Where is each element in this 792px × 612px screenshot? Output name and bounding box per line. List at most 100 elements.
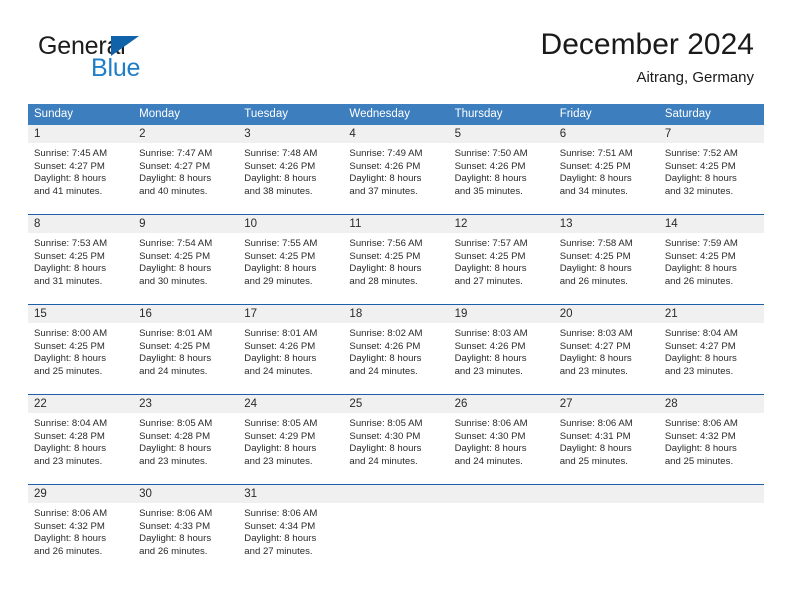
daylight-duration-line2: and 30 minutes. <box>139 275 208 287</box>
sunrise-time: Sunrise: 8:03 AM <box>454 328 528 339</box>
day-number: 11 <box>343 215 449 233</box>
calendar-day-cell[interactable]: 3 Sunrise: 7:48 AM Sunset: 4:26 PM Daylight… <box>238 125 344 213</box>
calendar-day-cell[interactable]: 8 Sunrise: 7:53 AM Sunset: 4:25 PM Daylight… <box>28 215 134 303</box>
calendar-day-cell[interactable]: 7 Sunrise: 7:52 AM Sunset: 4:25 PM Daylight… <box>658 125 764 213</box>
sunrise-time: Sunrise: 7:55 AM <box>244 238 318 249</box>
sunset-time: Sunset: 4:27 PM <box>664 340 736 352</box>
daylight-duration-line1: Daylight: 8 hours <box>244 443 317 455</box>
sunrise-time: Sunrise: 7:57 AM <box>454 238 528 249</box>
sunrise-time: Sunrise: 8:05 AM <box>349 418 423 429</box>
daylight-duration-line1: Daylight: 8 hours <box>34 353 106 365</box>
calendar-page: General Blue December 2024 Aitrang, Germ… <box>0 0 792 612</box>
sunset-time: Sunset: 4:26 PM <box>349 340 421 352</box>
calendar-day-cell[interactable]: 29 Sunrise: 8:06 AM Sunset: 4:32 PM Dayligh… <box>28 485 134 573</box>
weekday-header-monday: Monday <box>139 108 181 120</box>
calendar-day-cell[interactable]: 16 Sunrise: 8:01 AM Sunset: 4:25 PM Dayligh… <box>133 305 239 393</box>
calendar-week-row: 8 Sunrise: 7:53 AM Sunset: 4:25 PM Daylight… <box>28 214 764 303</box>
sunrise-time: Sunrise: 8:04 AM <box>664 328 738 339</box>
weekday-header-row: Sunday Monday Tuesday Wednesday Thursday Frid… <box>28 104 764 125</box>
day-details: Sunrise: 8:00 AM Sunset: 4:25 PM Daylight:… <box>28 323 133 378</box>
brand-logo[interactable]: General Blue <box>38 34 248 90</box>
calendar-day-cell[interactable]: 19 Sunrise: 8:03 AM Sunset: 4:26 PM Dayligh… <box>448 305 554 393</box>
calendar-day-cell[interactable]: 15 Sunrise: 8:00 AM Sunset: 4:25 PM Dayligh… <box>28 305 134 393</box>
weekday-header-sunday: Sunday <box>34 108 74 120</box>
daylight-duration-line1: Daylight: 8 hours <box>349 263 422 275</box>
daylight-duration-line1: Daylight: 8 hours <box>664 263 737 275</box>
sunset-time: Sunset: 4:32 PM <box>34 520 105 532</box>
calendar-day-cell[interactable]: 5 Sunrise: 7:50 AM Sunset: 4:26 PM Daylight… <box>448 125 554 213</box>
sunset-time: Sunset: 4:25 PM <box>139 340 211 352</box>
sunset-time: Sunset: 4:26 PM <box>454 340 526 352</box>
daylight-duration-line2: and 26 minutes. <box>664 275 734 287</box>
calendar-day-cell-empty <box>658 485 764 573</box>
day-details: Sunrise: 8:06 AM Sunset: 4:30 PM Daylight:… <box>449 413 554 468</box>
sunset-time: Sunset: 4:28 PM <box>139 430 211 442</box>
calendar-day-cell[interactable]: 27 Sunrise: 8:06 AM Sunset: 4:31 PM Dayligh… <box>553 395 659 483</box>
calendar-day-cell[interactable]: 14 Sunrise: 7:59 AM Sunset: 4:25 PM Dayligh… <box>658 215 764 303</box>
sunrise-time: Sunrise: 7:48 AM <box>244 148 318 159</box>
day-number: 29 <box>28 485 134 503</box>
day-details: Sunrise: 7:45 AM Sunset: 4:27 PM Daylight:… <box>28 143 133 198</box>
calendar-day-cell[interactable]: 2 Sunrise: 7:47 AM Sunset: 4:27 PM Daylight… <box>133 125 239 213</box>
day-details: Sunrise: 8:06 AM Sunset: 4:34 PM Daylight:… <box>238 503 343 558</box>
calendar-day-cell[interactable]: 26 Sunrise: 8:06 AM Sunset: 4:30 PM Dayligh… <box>448 395 554 483</box>
calendar-day-cell[interactable]: 31 Sunrise: 8:06 AM Sunset: 4:34 PM Dayligh… <box>238 485 344 573</box>
calendar-day-cell[interactable]: 13 Sunrise: 7:58 AM Sunset: 4:25 PM Dayligh… <box>553 215 659 303</box>
daylight-duration-line1: Daylight: 8 hours <box>34 443 106 455</box>
sunrise-time: Sunrise: 8:06 AM <box>454 418 528 429</box>
sunrise-time: Sunrise: 7:53 AM <box>34 238 108 249</box>
daylight-duration-line1: Daylight: 8 hours <box>139 533 212 545</box>
calendar-day-cell[interactable]: 18 Sunrise: 8:02 AM Sunset: 4:26 PM Dayligh… <box>343 305 449 393</box>
day-number: 25 <box>343 395 449 413</box>
calendar-day-cell[interactable]: 9 Sunrise: 7:54 AM Sunset: 4:25 PM Daylight… <box>133 215 239 303</box>
calendar-day-cell[interactable]: 20 Sunrise: 8:03 AM Sunset: 4:27 PM Dayligh… <box>553 305 659 393</box>
daylight-duration-line1: Daylight: 8 hours <box>559 263 632 275</box>
weekday-header-wednesday: Wednesday <box>349 108 410 120</box>
daylight-duration-line2: and 27 minutes. <box>454 275 523 287</box>
daylight-duration-line1: Daylight: 8 hours <box>34 173 106 185</box>
calendar-day-cell[interactable]: 24 Sunrise: 8:05 AM Sunset: 4:29 PM Dayligh… <box>238 395 344 483</box>
day-number <box>448 485 554 503</box>
sunset-time: Sunset: 4:25 PM <box>454 250 526 262</box>
sunset-time: Sunset: 4:25 PM <box>34 250 105 262</box>
calendar-day-cell[interactable]: 28 Sunrise: 8:06 AM Sunset: 4:32 PM Dayligh… <box>658 395 764 483</box>
daylight-duration-line1: Daylight: 8 hours <box>454 173 527 185</box>
sunset-time: Sunset: 4:25 PM <box>139 250 211 262</box>
sunset-time: Sunset: 4:32 PM <box>664 430 736 442</box>
calendar-day-cell[interactable]: 1 Sunrise: 7:45 AM Sunset: 4:27 PM Daylight… <box>28 125 134 213</box>
calendar-day-cell[interactable]: 21 Sunrise: 8:04 AM Sunset: 4:27 PM Dayligh… <box>658 305 764 393</box>
calendar-day-cell[interactable]: 30 Sunrise: 8:06 AM Sunset: 4:33 PM Dayligh… <box>133 485 239 573</box>
daylight-duration-line1: Daylight: 8 hours <box>139 443 212 455</box>
day-number: 10 <box>238 215 344 233</box>
sunset-time: Sunset: 4:33 PM <box>139 520 211 532</box>
day-number: 31 <box>238 485 344 503</box>
day-number: 20 <box>553 305 659 323</box>
calendar-day-cell[interactable]: 10 Sunrise: 7:55 AM Sunset: 4:25 PM Dayligh… <box>238 215 344 303</box>
calendar-day-cell[interactable]: 12 Sunrise: 7:57 AM Sunset: 4:25 PM Dayligh… <box>448 215 554 303</box>
calendar-day-cell[interactable]: 6 Sunrise: 7:51 AM Sunset: 4:25 PM Daylight… <box>553 125 659 213</box>
calendar-day-cell[interactable]: 11 Sunrise: 7:56 AM Sunset: 4:25 PM Dayligh… <box>343 215 449 303</box>
sunrise-time: Sunrise: 7:45 AM <box>34 148 108 159</box>
calendar-day-cell[interactable]: 4 Sunrise: 7:49 AM Sunset: 4:26 PM Daylight… <box>343 125 449 213</box>
daylight-duration-line2: and 24 minutes. <box>244 365 313 377</box>
day-details: Sunrise: 8:06 AM Sunset: 4:32 PM Daylight:… <box>659 413 764 468</box>
sunrise-time: Sunrise: 8:06 AM <box>559 418 633 429</box>
day-number: 1 <box>28 125 134 143</box>
calendar-day-cell[interactable]: 23 Sunrise: 8:05 AM Sunset: 4:28 PM Dayligh… <box>133 395 239 483</box>
calendar-day-cell-empty <box>553 485 659 573</box>
daylight-duration-line2: and 27 minutes. <box>244 545 313 557</box>
sunrise-time: Sunrise: 8:03 AM <box>559 328 633 339</box>
calendar-day-cell[interactable]: 22 Sunrise: 8:04 AM Sunset: 4:28 PM Dayligh… <box>28 395 134 483</box>
sunset-time: Sunset: 4:31 PM <box>559 430 631 442</box>
day-details: Sunrise: 7:48 AM Sunset: 4:26 PM Daylight:… <box>238 143 343 198</box>
page-title: December 2024 <box>540 28 754 61</box>
sunset-time: Sunset: 4:25 PM <box>559 250 631 262</box>
sunrise-time: Sunrise: 8:06 AM <box>244 508 318 519</box>
calendar-day-cell[interactable]: 25 Sunrise: 8:05 AM Sunset: 4:30 PM Dayligh… <box>343 395 449 483</box>
sunset-time: Sunset: 4:26 PM <box>454 160 526 172</box>
daylight-duration-line1: Daylight: 8 hours <box>664 443 737 455</box>
day-number: 16 <box>133 305 239 323</box>
day-number: 4 <box>343 125 449 143</box>
calendar-day-cell[interactable]: 17 Sunrise: 8:01 AM Sunset: 4:26 PM Dayligh… <box>238 305 344 393</box>
weekday-header-friday: Friday <box>559 108 592 120</box>
